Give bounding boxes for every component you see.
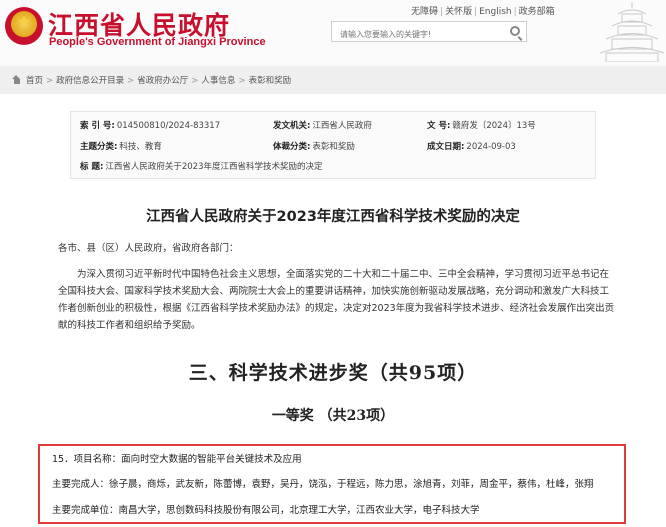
document-title: 江西省人民政府关于2023年度江西省科学技术奖励的决定 bbox=[146, 209, 520, 225]
search-input[interactable] bbox=[332, 25, 502, 44]
separator: | bbox=[440, 7, 444, 17]
separator: | bbox=[474, 7, 478, 17]
national-emblem-icon bbox=[5, 7, 43, 45]
breadcrumb-separator: > bbox=[238, 76, 246, 86]
care-mode-link[interactable]: 关怀版 bbox=[445, 7, 472, 17]
meta-index: 索 引 号: 014500810/2024-83317 bbox=[80, 119, 220, 131]
search-icon[interactable] bbox=[510, 26, 520, 36]
search-box bbox=[331, 21, 527, 44]
breadcrumb-separator: > bbox=[191, 76, 199, 86]
breadcrumb: 首页 > 政府信息公开目录 > 省政府办公厅 > 人事信息 > 表彰和奖励 bbox=[12, 74, 291, 86]
meta-title-value: 江西省人民政府关于2023年度江西省科学技术奖励的决定 bbox=[105, 162, 323, 172]
accessibility-link[interactable]: 无障碍 bbox=[411, 7, 438, 17]
main-contributors: 主要完成人：徐子晨，商烁，武友新，陈蕾博，袁野，吴丹，饶泓，于程远，陈力思，涂旭… bbox=[52, 479, 594, 490]
meta-title-label: 标 题: bbox=[80, 162, 104, 172]
main-units: 主要完成单位：南昌大学，思创数码科技股份有限公司，北京理工大学，江西农业大学，电… bbox=[52, 505, 480, 516]
meta-genre-label: 体裁分类: bbox=[273, 142, 311, 152]
document-meta-table: 索 引 号: 014500810/2024-83317 发文机关: 江西省人民政府 … bbox=[70, 111, 596, 179]
meta-index-label: 索 引 号: bbox=[80, 121, 115, 131]
site-header: 江西省人民政府 People's Government of Jiangxi P… bbox=[0, 0, 666, 66]
meta-topic-label: 主题分类: bbox=[80, 142, 118, 152]
meta-doc-no: 文 号: 赣府发〔2024〕13号 bbox=[427, 119, 536, 131]
project-name: 15．项目名称：面向时空大数据的智能平台关键技术及应用 bbox=[52, 454, 302, 465]
separator: | bbox=[513, 7, 517, 17]
breadcrumb-gov-info[interactable]: 政府信息公开目录 bbox=[56, 76, 124, 86]
meta-doc-no-label: 文 号: bbox=[427, 121, 451, 131]
breadcrumb-home[interactable]: 首页 bbox=[26, 76, 43, 86]
body-paragraph: 为深入贯彻习近平新时代中国特色社会主义思想，全面落实党的二十大和二十届二中、三中… bbox=[58, 269, 615, 331]
meta-title: 标 题: 江西省人民政府关于2023年度江西省科学技术奖励的决定 bbox=[80, 160, 323, 172]
breadcrumb-separator: > bbox=[46, 76, 54, 86]
meta-date: 成文日期: 2024-09-03 bbox=[427, 140, 516, 152]
award-level-heading: 一等奖 （共23项） bbox=[271, 408, 395, 424]
breadcrumb-bar: 首页 > 政府信息公开目录 > 省政府办公厅 > 人事信息 > 表彰和奖励 bbox=[0, 66, 666, 94]
meta-topic-value: 科技、教育 bbox=[119, 142, 162, 152]
meta-doc-no-value: 赣府发〔2024〕13号 bbox=[452, 121, 536, 131]
mailbox-link[interactable]: 政务部箱 bbox=[519, 7, 555, 17]
breadcrumb-separator: > bbox=[127, 76, 135, 86]
meta-topic: 主题分类: 科技、教育 bbox=[80, 140, 162, 152]
english-link[interactable]: English bbox=[479, 7, 512, 17]
breadcrumb-office[interactable]: 省政府办公厅 bbox=[137, 76, 188, 86]
meta-genre: 体裁分类: 表彰和奖励 bbox=[273, 140, 355, 152]
breadcrumb-personnel[interactable]: 人事信息 bbox=[201, 76, 235, 86]
meta-index-value: 014500810/2024-83317 bbox=[116, 121, 221, 131]
meta-date-value: 2024-09-03 bbox=[466, 142, 516, 152]
addressee: 各市、县（区）人民政府，省政府各部门： bbox=[58, 243, 239, 254]
meta-issuer: 发文机关: 江西省人民政府 bbox=[273, 119, 372, 131]
section-heading: 三、科学技术进步奖（共95项） bbox=[188, 362, 478, 384]
meta-issuer-label: 发文机关: bbox=[273, 121, 311, 131]
site-subtitle: People's Government of Jiangxi Province bbox=[49, 36, 266, 48]
meta-genre-value: 表彰和奖励 bbox=[312, 142, 355, 152]
home-icon bbox=[12, 75, 21, 84]
meta-date-label: 成文日期: bbox=[427, 142, 465, 152]
meta-issuer-value: 江西省人民政府 bbox=[312, 121, 372, 131]
top-links: 无障碍 | 关怀版 | English | 政务部箱 bbox=[411, 4, 555, 17]
tower-decoration-icon bbox=[599, 2, 665, 62]
breadcrumb-awards[interactable]: 表彰和奖励 bbox=[249, 76, 292, 86]
